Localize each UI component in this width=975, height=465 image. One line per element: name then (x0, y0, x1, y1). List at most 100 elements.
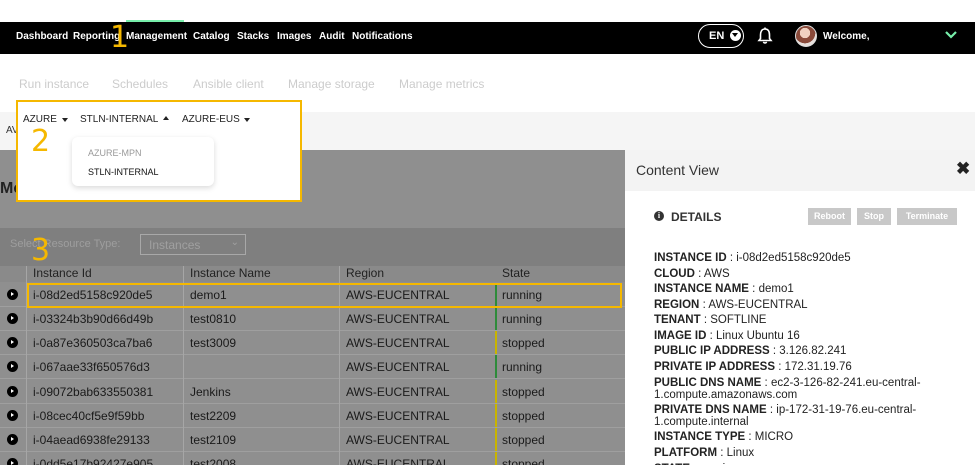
detail-line: IMAGE ID : Linux Ubuntu 16 (654, 330, 964, 342)
detail-separator: : (699, 299, 709, 311)
nav-stacks[interactable]: Stacks (237, 31, 269, 42)
instance-id-cell: i-067aae33f650576d3 (33, 360, 150, 374)
table-row[interactable]: i-0dd5e17b92427e905 test2008 AWS-EUCENTRAL… (0, 452, 625, 465)
state-indicator (495, 404, 497, 427)
bell-icon[interactable] (757, 27, 773, 45)
state-cell: stopped (502, 457, 545, 465)
state-cell: stopped (502, 409, 545, 423)
detail-separator: : (700, 314, 711, 326)
detail-separator: : (748, 283, 759, 295)
chevron-down-icon[interactable] (945, 30, 957, 40)
resource-type-select[interactable]: Instances ⌄ (140, 234, 246, 255)
instance-id-cell: i-04aead6938fe29133 (33, 433, 150, 447)
table-row[interactable]: i-03324b3b90d66d49b test0810 AWS-EUCENTRAL… (0, 307, 625, 331)
state-indicator (495, 331, 497, 354)
state-cell: stopped (502, 433, 545, 447)
chevron-down-icon (730, 30, 741, 41)
detail-label: PLATFORM (654, 447, 718, 459)
table-row[interactable]: i-067aae33f650576d3 AWS-EUCENTRAL running (0, 355, 625, 379)
instance-name-cell: test2008 (190, 457, 237, 465)
option-azure-mpn[interactable]: AZURE-MPN (88, 148, 142, 158)
nav-notifications[interactable]: Notifications (352, 31, 413, 42)
detail-separator: : (761, 377, 771, 389)
detail-line: INSTANCE TYPE : MICRO (654, 431, 964, 443)
state-cell: running (502, 312, 543, 326)
table-row[interactable]: i-0a87e360503ca7ba6 test3009 AWS-EUCENTRAL… (0, 331, 625, 355)
state-cell: stopped (502, 385, 545, 399)
detail-line: REGION : AWS-EUCENTRAL (654, 299, 964, 311)
annotation-marker-2: 2 (31, 124, 51, 159)
region-cell: AWS-EUCENTRAL (346, 385, 450, 399)
table-header (0, 266, 625, 282)
column-header-state[interactable]: State (502, 266, 530, 280)
instance-id-cell: i-0a87e360503ca7ba6 (33, 336, 153, 350)
table-row[interactable]: i-04aead6938fe29133 test2109 AWS-EUCENTRAL… (0, 428, 625, 452)
stop-button[interactable]: Stop (857, 208, 891, 225)
welcome-text: Welcome, (823, 31, 870, 42)
nav-images[interactable]: Images (277, 31, 311, 42)
instance-id-cell: i-08cec40cf5e9f59bb (33, 409, 145, 423)
table-row[interactable]: i-09072bab633550381 Jenkins AWS-EUCENTRAL s… (0, 380, 625, 404)
column-header-instance-id[interactable]: Instance Id (33, 266, 92, 280)
detail-separator: : (745, 431, 755, 443)
filter-azure-eus[interactable]: AZURE-EUS (182, 114, 240, 125)
subnav-manage-storage[interactable]: Manage storage (288, 77, 375, 91)
nav-management[interactable]: Management (126, 31, 187, 42)
nav-dashboard[interactable]: Dashboard (16, 31, 68, 42)
expand-row-icon[interactable] (7, 289, 18, 300)
instance-id-cell: i-09072bab633550381 (33, 385, 154, 399)
state-indicator (495, 452, 497, 465)
expand-row-icon[interactable] (7, 458, 18, 465)
detail-label: PRIVATE IP ADDRESS (654, 361, 775, 373)
details-heading: DETAILS (671, 210, 722, 224)
detail-separator: : (766, 404, 777, 416)
caret-down-icon (62, 118, 68, 122)
nav-audit[interactable]: Audit (319, 31, 345, 42)
language-selector[interactable]: EN (698, 24, 744, 48)
expand-row-icon[interactable] (7, 410, 18, 421)
filter-options-menu: AZURE-MPN STLN-INTERNAL (72, 137, 214, 186)
subnav-schedules[interactable]: Schedules (112, 77, 168, 91)
region-cell: AWS-EUCENTRAL (346, 433, 450, 447)
subnav-ansible-client[interactable]: Ansible client (193, 77, 264, 91)
avatar[interactable] (795, 25, 817, 47)
detail-value: AWS-EUCENTRAL (708, 299, 808, 311)
terminate-button[interactable]: Terminate (897, 208, 957, 225)
detail-value: Linux (726, 447, 755, 459)
close-icon[interactable]: ✖ (956, 159, 970, 179)
expand-row-icon[interactable] (7, 313, 18, 324)
state-indicator (495, 428, 497, 451)
content-view-panel: Content View ✖ i DETAILS Reboot Stop Ter… (625, 150, 975, 465)
language-label: EN (709, 30, 725, 42)
state-indicator (495, 307, 497, 330)
detail-label: PUBLIC DNS NAME (654, 377, 762, 389)
expand-row-icon[interactable] (7, 386, 18, 397)
state-cell: stopped (502, 336, 545, 350)
nav-catalog[interactable]: Catalog (193, 31, 230, 42)
table-row[interactable]: i-08cec40cf5e9f59bb test2209 AWS-EUCENTRAL… (0, 404, 625, 428)
region-cell: AWS-EUCENTRAL (346, 360, 450, 374)
annotation-marker-3: 3 (31, 233, 51, 268)
expand-row-icon[interactable] (7, 361, 18, 372)
region-cell: AWS-EUCENTRAL (346, 409, 450, 423)
instance-id-cell: i-0dd5e17b92427e905 (33, 457, 154, 465)
expand-row-icon[interactable] (7, 434, 18, 445)
column-header-region[interactable]: Region (346, 266, 384, 280)
highlight-box-row (27, 283, 622, 308)
detail-label: INSTANCE NAME (654, 283, 749, 295)
column-header-instance-name[interactable]: Instance Name (190, 266, 271, 280)
region-cell: AWS-EUCENTRAL (346, 336, 450, 350)
filter-stln-internal[interactable]: STLN-INTERNAL (80, 114, 158, 125)
panel-title: Content View (636, 162, 720, 178)
option-stln-internal[interactable]: STLN-INTERNAL (88, 167, 159, 177)
region-cell: AWS-EUCENTRAL (346, 312, 450, 326)
reboot-button[interactable]: Reboot (808, 208, 851, 225)
detail-value: i-08d2ed5158c920de5 (736, 252, 851, 264)
detail-label: CLOUD (654, 268, 695, 280)
detail-line: PUBLIC DNS NAME : ec2-3-126-82-241.eu-ce… (654, 377, 964, 401)
detail-value: Linux Ubuntu 16 (715, 330, 800, 342)
expand-row-icon[interactable] (7, 337, 18, 348)
subnav-run-instance[interactable]: Run instance (19, 77, 89, 91)
subnav-manage-metrics[interactable]: Manage metrics (399, 77, 484, 91)
detail-label: TENANT (654, 314, 701, 326)
